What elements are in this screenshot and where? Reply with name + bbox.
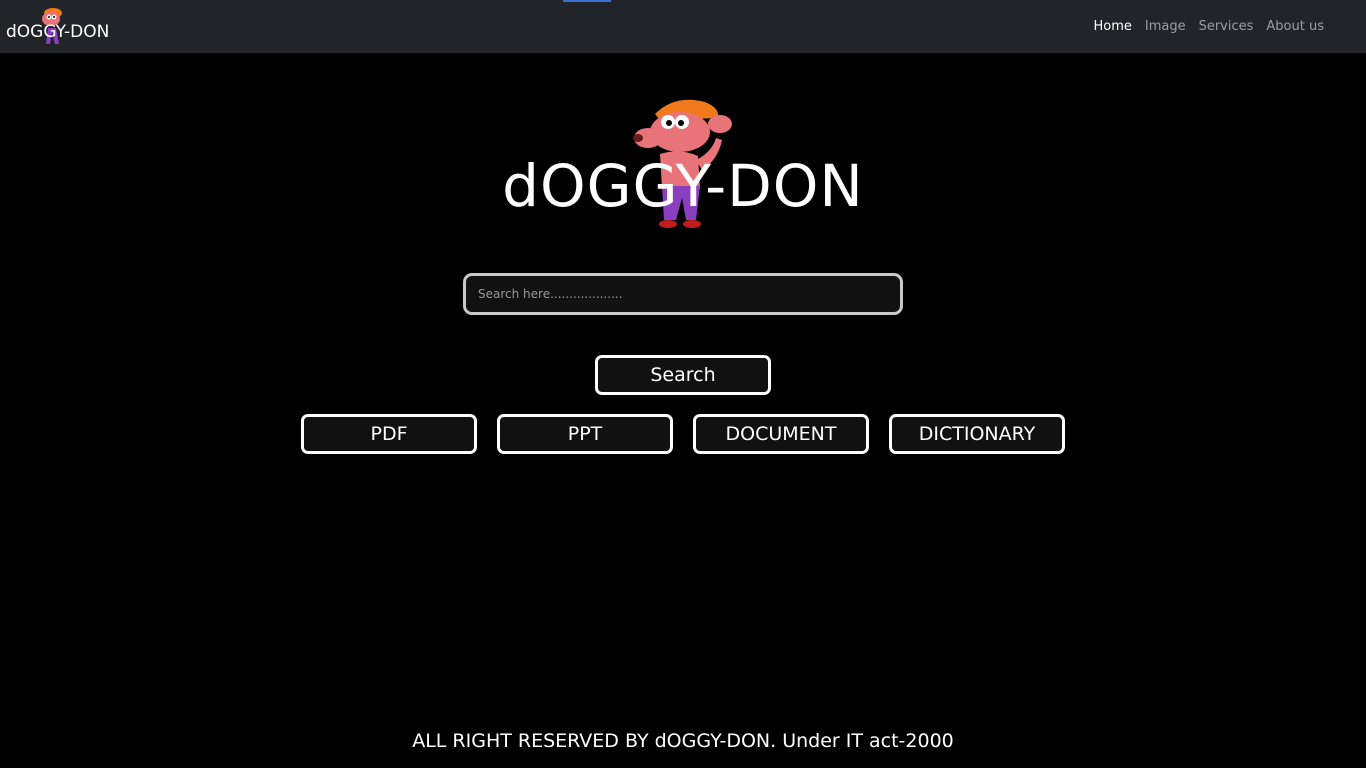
category-ppt-button[interactable]: PPT [497,414,673,454]
brand-text: dOGGY-DON [6,22,110,42]
footer-copyright: ALL RIGHT RESERVED BY dOGGY-DON. Under I… [412,730,954,752]
category-pdf-button[interactable]: PDF [301,414,477,454]
category-document-button[interactable]: DOCUMENT [693,414,869,454]
nav-menu: Home Image Services About us [1093,19,1324,34]
nav-home[interactable]: Home [1093,19,1131,34]
nav-image[interactable]: Image [1145,19,1186,34]
category-dictionary-button[interactable]: DICTIONARY [889,414,1065,454]
brand-logo-link[interactable]: dOGGY-DON [6,6,116,48]
nav-services[interactable]: Services [1199,19,1254,34]
navbar: dOGGY-DON Home Image Services About us [0,0,1366,53]
nav-about-us[interactable]: About us [1266,19,1324,34]
search-input[interactable] [463,273,903,315]
hero-title: dOGGY-DON [502,152,864,220]
hero-logo: dOGGY-DON [480,94,886,234]
search-button[interactable]: Search [595,355,771,395]
loading-indicator [563,0,611,2]
